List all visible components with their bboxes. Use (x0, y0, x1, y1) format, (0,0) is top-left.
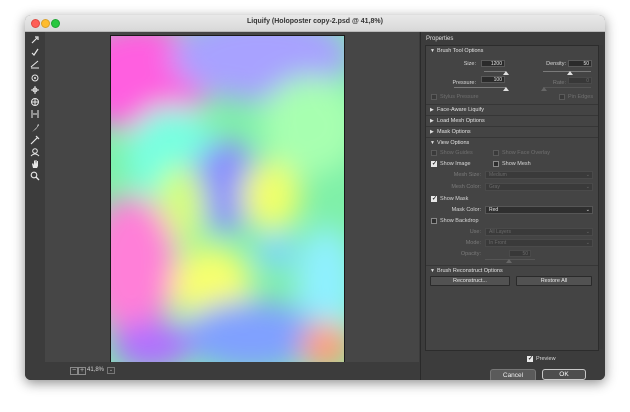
pressure-slider[interactable] (454, 87, 506, 88)
canvas-area (45, 32, 419, 367)
expanded-arrow-icon: ▼ (430, 140, 435, 146)
opacity-slider-thumb[interactable] (506, 259, 512, 263)
density-input[interactable]: 50 (568, 60, 592, 67)
pressure-label: Pressure: (452, 80, 476, 86)
hand-tool-icon[interactable] (29, 158, 41, 169)
thaw-mask-tool-icon[interactable] (29, 134, 41, 145)
collapsed-arrow-icon: ▶ (430, 129, 434, 135)
load-mesh-options-header[interactable]: ▶ Load Mesh Options (426, 115, 598, 126)
cancel-button[interactable]: Cancel (490, 369, 536, 380)
mask-color-label: Mask Color: (451, 207, 481, 213)
image-canvas[interactable] (110, 35, 345, 367)
push-left-tool-icon[interactable] (29, 108, 41, 119)
use-select[interactable]: All Layers ⌄ (485, 228, 593, 236)
pucker-tool-icon[interactable] (29, 84, 41, 95)
mesh-size-label: Mesh Size: (453, 172, 481, 178)
mesh-size-select[interactable]: Medium ⌄ (485, 171, 593, 179)
title-bar[interactable]: Liquify (Holoposter copy-2.psd @ 41,8%) (25, 15, 605, 32)
mask-color-select[interactable]: Red ⌄ (485, 206, 593, 214)
collapsed-arrow-icon: ▶ (430, 107, 434, 113)
freeze-mask-tool-icon[interactable] (29, 122, 41, 133)
properties-scrollbar[interactable] (599, 45, 603, 349)
show-face-overlay-label: Show Face Overlay (502, 150, 550, 156)
show-image-checkbox[interactable] (431, 160, 437, 167)
pin-edges-label: Pin Edges (568, 94, 594, 100)
restore-all-button[interactable]: Restore All (516, 276, 592, 286)
rate-slider-thumb[interactable] (541, 87, 547, 91)
show-backdrop-checkbox[interactable] (431, 218, 437, 224)
zoom-out-button[interactable]: − (70, 367, 78, 375)
density-slider-thumb[interactable] (567, 71, 573, 75)
chevron-down-icon: ⌄ (585, 172, 590, 178)
show-image-label: Show Image (440, 161, 471, 167)
density-label: Density: (546, 61, 566, 67)
brush-reconstruct-options-header[interactable]: ▼ Brush Reconstruct Options (426, 265, 598, 276)
chevron-down-icon: ⌄ (585, 240, 590, 246)
rate-input[interactable]: 0 (568, 77, 592, 84)
mode-label: Mode: (465, 240, 481, 246)
zoom-dropdown[interactable]: ⌄ (107, 367, 115, 374)
view-options-header[interactable]: ▼ View Options (426, 137, 598, 148)
show-mesh-checkbox[interactable] (493, 161, 499, 167)
window-title: Liquify (Holoposter copy-2.psd @ 41,8%) (247, 18, 383, 25)
mesh-color-select[interactable]: Gray ⌄ (485, 183, 593, 191)
show-mesh-label: Show Mesh (502, 161, 531, 167)
properties-title: Properties (426, 36, 454, 42)
size-input[interactable]: 1200 (481, 60, 505, 67)
opacity-input[interactable]: 50 (509, 250, 531, 257)
expanded-arrow-icon: ▼ (430, 48, 435, 54)
collapsed-arrow-icon: ▶ (430, 118, 434, 124)
zoom-in-button[interactable]: + (78, 367, 86, 375)
stylus-pressure-checkbox[interactable] (431, 94, 437, 100)
ok-button[interactable]: OK (542, 369, 586, 380)
use-label: Use: (469, 229, 481, 235)
preview-label: Preview (536, 356, 556, 362)
expanded-arrow-icon: ▼ (430, 268, 435, 274)
pin-edges-checkbox[interactable] (559, 94, 565, 100)
chevron-down-icon: ⌄ (585, 229, 590, 235)
bloat-tool-icon[interactable] (29, 96, 41, 107)
pressure-slider-thumb[interactable] (503, 87, 509, 91)
reconstruct-button[interactable]: Reconstruct... (430, 276, 510, 286)
show-guides-label: Show Guides (440, 150, 473, 156)
size-label: Size: (463, 61, 476, 67)
properties-panel: Properties ▼ Brush Tool Options Size: 12… (420, 32, 605, 380)
chevron-down-icon: ⌄ (585, 184, 590, 190)
mode-select[interactable]: In Front ⌄ (485, 239, 593, 247)
rate-label: Rate: (552, 80, 566, 86)
zoom-tool-icon[interactable] (29, 170, 41, 181)
smooth-tool-icon[interactable] (29, 58, 41, 69)
face-aware-liquify-header[interactable]: ▶ Face-Aware Liquify (426, 104, 598, 115)
reconstruct-tool-icon[interactable] (29, 46, 41, 57)
show-mask-label: Show Mask (440, 196, 469, 202)
size-slider-thumb[interactable] (503, 71, 509, 75)
mask-options-header[interactable]: ▶ Mask Options (426, 126, 598, 137)
rate-slider[interactable] (543, 87, 591, 88)
show-mask-checkbox[interactable] (431, 195, 437, 202)
chevron-down-icon: ⌄ (585, 207, 590, 213)
status-bar: − + 41,8% ⌄ (45, 362, 419, 380)
brush-tool-options-header[interactable]: ▼ Brush Tool Options (426, 46, 598, 56)
twirl-clockwise-tool-icon[interactable] (29, 72, 41, 83)
show-backdrop-label: Show Backdrop (440, 218, 479, 224)
opacity-label: Opacity: (460, 251, 481, 257)
pressure-input[interactable]: 100 (481, 76, 505, 83)
preview-checkbox[interactable] (527, 355, 533, 362)
face-tool-icon[interactable] (29, 146, 41, 157)
properties-content: ▼ Brush Tool Options Size: 1200 Density:… (425, 45, 599, 351)
holographic-image (111, 36, 344, 366)
liquify-window: Liquify (Holoposter copy-2.psd @ 41,8%) (25, 15, 605, 380)
stylus-pressure-label: Stylus Pressure (440, 94, 479, 100)
show-guides-checkbox[interactable] (431, 150, 437, 156)
liquify-toolbar (25, 32, 45, 380)
forward-warp-tool-icon[interactable] (29, 34, 41, 45)
zoom-level: 41,8% (87, 367, 105, 373)
show-face-overlay-checkbox[interactable] (493, 150, 499, 156)
mesh-color-label: Mesh Color: (451, 184, 481, 190)
